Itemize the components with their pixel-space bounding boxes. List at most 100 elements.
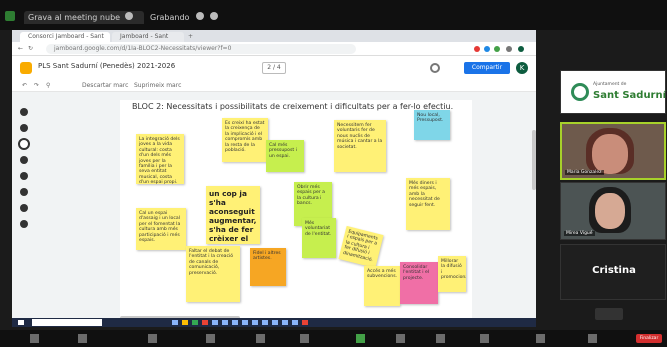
logo-subtitle: Ajuntament de: [593, 82, 627, 87]
chat-icon[interactable]: [300, 334, 309, 343]
meeting-tab-status[interactable]: Grabando...: [150, 11, 190, 24]
menu-icon[interactable]: [506, 46, 512, 52]
shape-tool-icon[interactable]: [20, 188, 28, 196]
participant-video: [595, 193, 625, 229]
participant-tile-video[interactable]: Maria Gonzalez: [560, 122, 666, 180]
end-meeting-button[interactable]: Finalizar: [636, 334, 662, 343]
sticky-note[interactable]: Nou local, Pressupost.: [414, 110, 450, 140]
participant-tile-logo[interactable]: Ajuntament de Sant Sadurní: [560, 70, 666, 114]
participant-video: [592, 134, 628, 174]
profile-icon[interactable]: [518, 46, 524, 52]
vertical-scrollbar[interactable]: [532, 130, 536, 190]
microphone-icon[interactable]: [30, 334, 39, 343]
share-button[interactable]: Compartir: [464, 62, 510, 74]
participant-name: Cristina: [592, 265, 636, 276]
jamboard-toolbar: ↶ ↷ ⚲ Descartar marc Suprimeix marc: [12, 80, 536, 92]
share-screen-icon[interactable]: [356, 334, 365, 343]
redo-icon[interactable]: ↷: [34, 82, 39, 89]
windows-start-icon[interactable]: [18, 320, 24, 325]
taskbar-app-icon[interactable]: [172, 320, 178, 325]
town-logo-icon: [571, 83, 589, 101]
jamboard-title[interactable]: PLS Sant Sadurní (Penedès) 2021-2026: [38, 62, 175, 70]
sticky-note-tool-icon[interactable]: [20, 156, 28, 164]
sticky-note[interactable]: Es creixí ha estat la creixença de la im…: [222, 118, 268, 162]
taskbar-app-icon[interactable]: [242, 320, 248, 325]
browser-url-bar: ← ↻ jamboard.google.com/d/1Ia-BLOC2-Nece…: [12, 42, 536, 56]
canvas-title: BLOC 2: Necessitats i possibilitats de c…: [132, 102, 454, 111]
sticky-note-highlighted[interactable]: un cop ja s'ha aconseguit augmentar, s'h…: [206, 186, 260, 244]
taskbar-app-icon[interactable]: [292, 320, 298, 325]
toolbar-discard-frame[interactable]: Descartar marc: [82, 82, 128, 89]
jamboard-header: PLS Sant Sadurní (Penedès) 2021-2026 2 /…: [12, 56, 536, 80]
frame-counter[interactable]: 2 / 4: [262, 62, 286, 74]
sticky-note[interactable]: Més diners i més espais, amb la necessit…: [406, 178, 450, 230]
sticky-note[interactable]: Faltar el debat de l'entitat i la creaci…: [186, 246, 240, 302]
eraser-tool-icon[interactable]: [20, 124, 28, 132]
avatar[interactable]: K: [516, 62, 528, 74]
taskbar-app-icon[interactable]: [202, 320, 208, 325]
stop-icon[interactable]: [210, 12, 218, 20]
sticky-note[interactable]: Equipaments i espais per a la cultura i …: [338, 225, 384, 269]
taskbar-app-icon[interactable]: [282, 320, 288, 325]
browser-tab-1[interactable]: Consorci Jamboard - Sant: [20, 32, 110, 42]
sticky-note[interactable]: Accés a més subvencions.: [364, 266, 400, 306]
reload-icon[interactable]: ↻: [28, 45, 33, 52]
browser-tab-bar: Consorci Jamboard - Sant Jamboard - Sant…: [12, 30, 536, 42]
sticky-note[interactable]: Cal més pressupost i un espai.: [266, 140, 304, 172]
shared-screen: Consorci Jamboard - Sant Jamboard - Sant…: [12, 30, 536, 320]
back-icon[interactable]: ←: [18, 45, 23, 52]
toolbar-delete-frame[interactable]: Suprimeix marc: [134, 82, 181, 89]
sticky-note[interactable]: Més voluntariat de l'entitat.: [302, 218, 336, 258]
breakout-rooms-icon[interactable]: [436, 334, 445, 343]
participant-tile-name[interactable]: Cristina: [560, 244, 666, 300]
polls-icon[interactable]: [256, 334, 265, 343]
taskbar-app-icon[interactable]: [212, 320, 218, 325]
jamboard-canvas[interactable]: BLOC 2: Necessitats i possibilitats de c…: [120, 100, 472, 320]
sticky-note[interactable]: La integració dels joves a la vida cultu…: [136, 134, 184, 184]
sticky-note[interactable]: Necessitem fer voluntaris fer de nous nu…: [334, 120, 386, 172]
apps-icon[interactable]: [536, 334, 545, 343]
camera-icon[interactable]: [125, 12, 133, 20]
sticky-note[interactable]: Millorar la difusió i promocionar.: [438, 256, 466, 292]
participants-icon[interactable]: [206, 334, 215, 343]
textbox-tool-icon[interactable]: [20, 204, 28, 212]
url-input[interactable]: jamboard.google.com/d/1Ia-BLOC2-Necessit…: [46, 44, 356, 54]
image-tool-icon[interactable]: [20, 172, 28, 180]
extension-icon[interactable]: [494, 46, 500, 52]
taskbar-app-icon[interactable]: [262, 320, 268, 325]
participant-name-label: Maria Gonzalez: [565, 170, 604, 175]
taskbar-app-icon[interactable]: [192, 320, 198, 325]
participants-panel: Ajuntament de Sant Sadurní Maria Gonzale…: [540, 30, 667, 330]
zoom-icon[interactable]: ⚲: [46, 82, 50, 89]
participant-tile-video[interactable]: Mirea Vigué: [560, 182, 666, 240]
extension-icon[interactable]: [484, 46, 490, 52]
taskbar-search-input[interactable]: [32, 319, 102, 326]
jamboard-logo-icon[interactable]: [20, 62, 32, 74]
select-tool-icon[interactable]: [18, 138, 30, 150]
browser-tab-2[interactable]: Jamboard - Sant: [112, 32, 184, 42]
laser-tool-icon[interactable]: [20, 220, 28, 228]
taskbar-app-icon[interactable]: [252, 320, 258, 325]
record-icon[interactable]: [396, 334, 405, 343]
taskbar-app-icon[interactable]: [232, 320, 238, 325]
gear-icon[interactable]: [430, 63, 440, 73]
new-tab-icon[interactable]: +: [188, 33, 193, 40]
panel-expand-button[interactable]: [595, 308, 623, 320]
security-icon[interactable]: [148, 334, 157, 343]
pause-icon[interactable]: [196, 12, 204, 20]
undo-icon[interactable]: ↶: [22, 82, 27, 89]
pen-tool-icon[interactable]: [20, 108, 28, 116]
taskbar-app-icon[interactable]: [302, 320, 308, 325]
sticky-note[interactable]: Consolidar l'entitat i el projecte.: [400, 262, 438, 304]
video-icon[interactable]: [78, 334, 87, 343]
extension-icon[interactable]: [474, 46, 480, 52]
sticky-note[interactable]: Fidel i altres artistes.: [250, 248, 286, 286]
meeting-controls-bar: Finalizar: [0, 330, 667, 347]
reactions-icon[interactable]: [480, 334, 489, 343]
taskbar-app-icon[interactable]: [272, 320, 278, 325]
more-icon[interactable]: [588, 334, 597, 343]
drawing-tools: [12, 92, 36, 320]
sticky-note[interactable]: Cal un espai d'assaig i un local per el …: [136, 208, 186, 250]
taskbar-app-icon[interactable]: [182, 320, 188, 325]
taskbar-app-icon[interactable]: [222, 320, 228, 325]
